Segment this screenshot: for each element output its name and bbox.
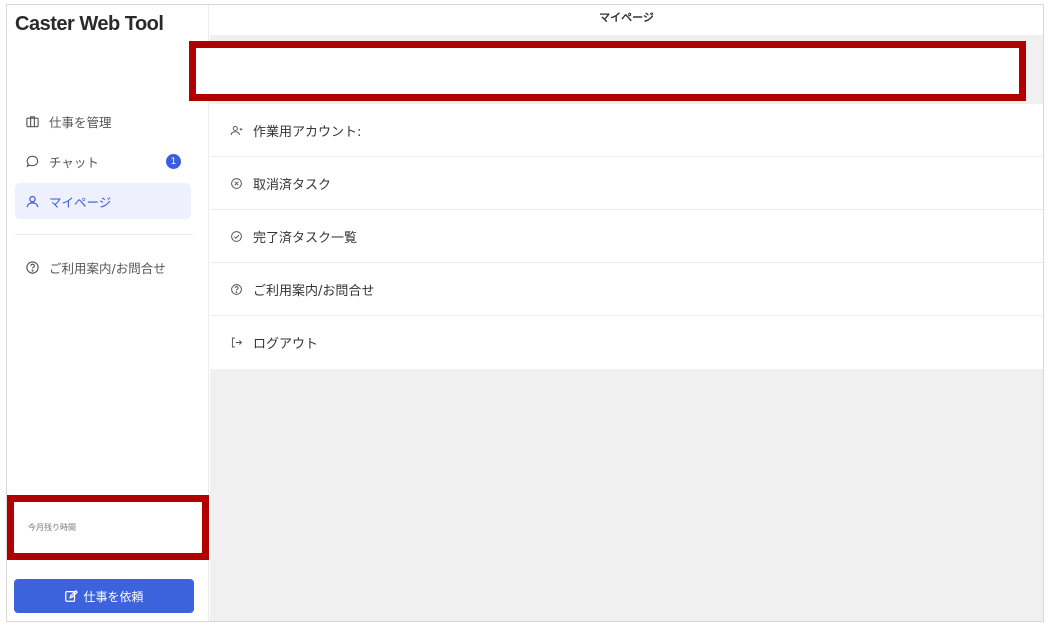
edit-icon [65,589,79,602]
request-work-label: 仕事を依頼 [83,589,144,604]
sidebar-item-chat[interactable]: チャット 1 [15,143,191,179]
menu-item-label: ご利用案内/お問合せ [253,283,375,299]
help-icon [23,258,41,276]
logout-icon [228,335,244,351]
highlight-box [189,41,1026,101]
mypage-menu: 作業用アカウント: 取消済タスク 完了済タスク一覧 ご利用案内/お問合せ ログア… [210,104,1043,369]
menu-item-cancelled-tasks[interactable]: 取消済タスク [210,157,1043,210]
cancel-circle-icon [228,175,244,191]
menu-item-logout[interactable]: ログアウト [210,316,1043,369]
user-icon [23,192,41,210]
menu-item-label: ログアウト [253,337,319,352]
menu-item-completed-tasks[interactable]: 完了済タスク一覧 [210,210,1043,263]
sidebar: Caster Web Tool 仕事を管理 チャット 1 マイページ ご利用案内… [7,5,209,621]
sidebar-divider [15,234,193,235]
app-window: Caster Web Tool 仕事を管理 チャット 1 マイページ ご利用案内… [6,4,1044,622]
menu-item-help[interactable]: ご利用案内/お問合せ [210,263,1043,316]
remaining-hours-label: 今月残り時間 [28,523,76,532]
menu-item-work-account[interactable]: 作業用アカウント: [210,104,1043,157]
unread-badge: 1 [166,154,181,169]
app-logo: Caster Web Tool [15,13,164,35]
check-circle-icon [228,228,244,244]
main-content: マイページ 作業用アカウント: 取消済タスク 完了済タスク一覧 ご利用案内/お問… [189,5,1043,621]
page-header: マイページ [210,5,1043,35]
sidebar-item-mypage[interactable]: マイページ [15,183,191,219]
chat-icon [23,152,41,170]
remaining-hours-panel: 今月残り時間 [7,495,209,560]
sidebar-item-label: 仕事を管理 [49,114,112,130]
briefcase-icon [23,112,41,130]
sidebar-item-manage-work[interactable]: 仕事を管理 [15,103,191,139]
sidebar-item-help[interactable]: ご利用案内/お問合せ [15,249,191,285]
help-icon [228,281,244,297]
menu-item-label: 取消済タスク [253,177,332,193]
sidebar-item-label: チャット [49,154,99,170]
page-title: マイページ [599,11,654,24]
menu-item-label: 完了済タスク一覧 [253,230,358,246]
request-work-button[interactable]: 仕事を依頼 [14,579,194,613]
menu-item-label: 作業用アカウント: [253,124,362,140]
sidebar-item-label: ご利用案内/お問合せ [49,260,166,276]
account-icon [228,122,244,138]
sidebar-item-label: マイページ [49,194,112,210]
